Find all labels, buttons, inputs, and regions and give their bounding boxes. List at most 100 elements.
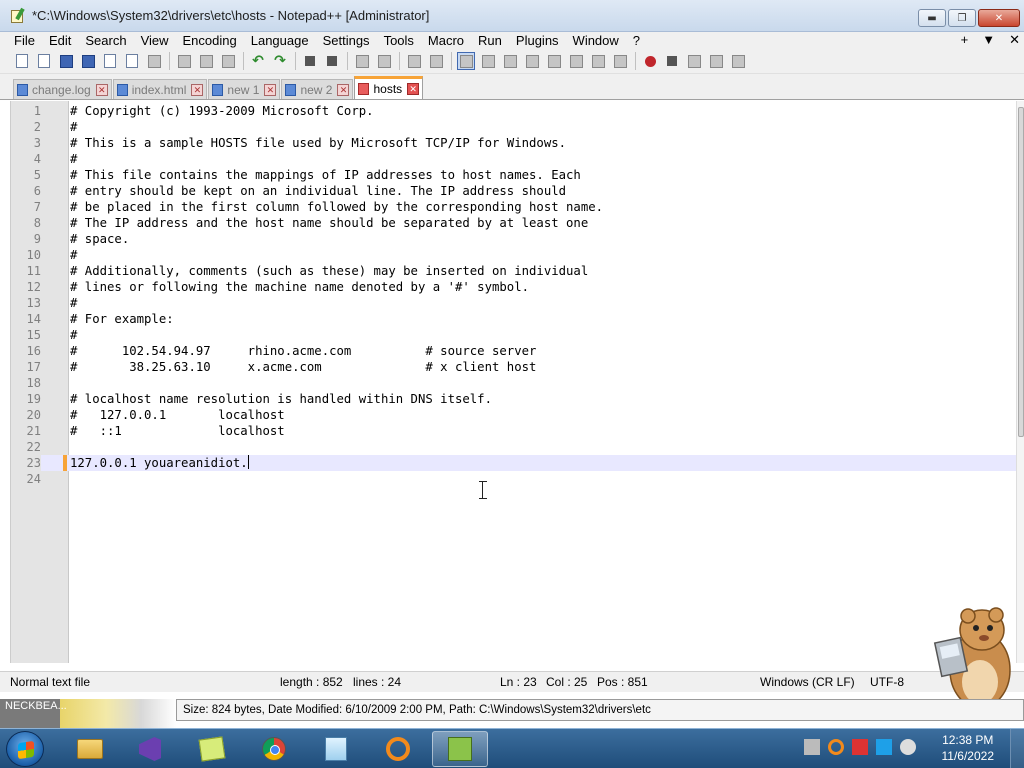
menu-item-help[interactable]: ? — [626, 32, 647, 49]
editor-line[interactable]: 8 # The IP address and the host name shou… — [11, 215, 1017, 231]
editor-line[interactable]: 14 # For example: — [11, 311, 1017, 327]
editor-line[interactable]: 7 # be placed in the first column followe… — [11, 199, 1017, 215]
menu-item-encoding[interactable]: Encoding — [176, 32, 244, 49]
editor-line[interactable]: 10 # — [11, 247, 1017, 263]
tray-volume-icon[interactable] — [900, 739, 916, 755]
print-icon[interactable] — [145, 52, 163, 70]
menu-item-language[interactable]: Language — [244, 32, 316, 49]
editor[interactable]: 1 # Copyright (c) 1993-2009 Microsoft Cor… — [10, 101, 1017, 663]
menu-item-window[interactable]: Window — [566, 32, 626, 49]
editor-line[interactable]: 22 — [11, 439, 1017, 455]
menu-item-settings[interactable]: Settings — [316, 32, 377, 49]
editor-line[interactable]: 2 # — [11, 119, 1017, 135]
editor-line[interactable]: 20 # 127.0.0.1 localhost — [11, 407, 1017, 423]
paste-icon[interactable] — [219, 52, 237, 70]
sync-v-icon[interactable] — [405, 52, 423, 70]
menu-item-edit[interactable]: Edit — [42, 32, 78, 49]
new-file-icon[interactable] — [13, 52, 31, 70]
status-eol[interactable]: Windows (CR LF) — [760, 675, 855, 689]
doc-map-icon[interactable] — [545, 52, 563, 70]
taskbar-notepad-plus-plus[interactable] — [432, 731, 488, 767]
editor-lines[interactable]: 1 # Copyright (c) 1993-2009 Microsoft Cor… — [11, 103, 1017, 487]
tab-close-icon[interactable]: ✕ — [407, 83, 420, 95]
editor-line[interactable]: 5 # This file contains the mappings of IP… — [11, 167, 1017, 183]
menu-item-search[interactable]: Search — [78, 32, 133, 49]
tab-index-html[interactable]: index.html ✕ — [112, 79, 208, 99]
sync-h-icon[interactable] — [427, 52, 445, 70]
taskbar-sticky-notes[interactable] — [184, 731, 240, 767]
record-macro-icon[interactable] — [641, 52, 659, 70]
taskbar-chrome[interactable] — [246, 731, 302, 767]
menu-item-view[interactable]: View — [134, 32, 176, 49]
show-desktop-button[interactable] — [1010, 729, 1024, 768]
replace-icon[interactable] — [323, 52, 341, 70]
editor-line[interactable]: 4 # — [11, 151, 1017, 167]
function-list-icon[interactable] — [567, 52, 585, 70]
menu-item-file[interactable]: File — [0, 32, 42, 49]
find-icon[interactable] — [301, 52, 319, 70]
taskbar-visual-studio[interactable] — [122, 731, 178, 767]
word-wrap-icon[interactable] — [457, 52, 475, 70]
clock[interactable]: 12:38 PM 11/6/2022 — [942, 732, 995, 764]
editor-line[interactable]: 15 # — [11, 327, 1017, 343]
udl-icon[interactable] — [523, 52, 541, 70]
menu-item-macro[interactable]: Macro — [421, 32, 471, 49]
editor-line[interactable]: 11 # Additionally, comments (such as thes… — [11, 263, 1017, 279]
tray-network-icon[interactable] — [876, 739, 892, 755]
close-button[interactable]: ✕ — [978, 9, 1020, 27]
vertical-scrollbar[interactable] — [1016, 101, 1024, 663]
notepad-plus-plus-icon[interactable] — [10, 7, 26, 24]
taskbar-search[interactable] — [370, 731, 426, 767]
copy-icon[interactable] — [197, 52, 215, 70]
taskbar-explorer[interactable] — [62, 731, 118, 767]
editor-line[interactable]: 17 # 38.25.63.10 x.acme.com # x client ho… — [11, 359, 1017, 375]
start-button[interactable] — [6, 731, 44, 767]
stop-macro-icon[interactable] — [663, 52, 681, 70]
tab-list-button[interactable]: ▼ — [982, 32, 995, 48]
redo-icon[interactable]: ↷ — [271, 52, 289, 70]
close-document-button[interactable]: ✕ — [1009, 32, 1020, 48]
tab-new-2[interactable]: new 2 ✕ — [281, 79, 354, 99]
editor-line[interactable]: 16 # 102.54.94.97 rhino.acme.com # source… — [11, 343, 1017, 359]
maximize-button[interactable]: ❐ — [948, 9, 976, 27]
show-all-chars-icon[interactable] — [479, 52, 497, 70]
editor-line[interactable]: 13 # — [11, 295, 1017, 311]
undo-icon[interactable]: ↶ — [249, 52, 267, 70]
zoom-out-icon[interactable] — [375, 52, 393, 70]
tab-change-log[interactable]: change.log ✕ — [13, 79, 112, 99]
tray-search-icon[interactable] — [828, 739, 844, 755]
new-tab-button[interactable]: + — [961, 32, 969, 48]
menu-item-run[interactable]: Run — [471, 32, 509, 49]
editor-line[interactable]: 12 # lines or following the machine name … — [11, 279, 1017, 295]
editor-line[interactable]: 18 — [11, 375, 1017, 391]
close-icon[interactable] — [101, 52, 119, 70]
menu-item-tools[interactable]: Tools — [377, 32, 421, 49]
monitoring-icon[interactable] — [611, 52, 629, 70]
editor-line[interactable]: 3 # This is a sample HOSTS file used by M… — [11, 135, 1017, 151]
editor-line[interactable]: 23 127.0.0.1 youareanidiot. — [11, 455, 1017, 471]
minimize-button[interactable]: ▬ — [918, 9, 946, 27]
tab-new-1[interactable]: new 1 ✕ — [208, 79, 281, 99]
folder-workspace-icon[interactable] — [589, 52, 607, 70]
taskbar-thumbnail[interactable]: NECKBEA... — [0, 699, 176, 728]
save-macro-icon[interactable] — [729, 52, 747, 70]
scrollbar-thumb[interactable] — [1018, 107, 1024, 437]
indent-guide-icon[interactable] — [501, 52, 519, 70]
play-macro-icon[interactable] — [685, 52, 703, 70]
open-file-icon[interactable] — [35, 52, 53, 70]
zoom-in-icon[interactable] — [353, 52, 371, 70]
editor-line[interactable]: 24 — [11, 471, 1017, 487]
cut-icon[interactable] — [175, 52, 193, 70]
save-icon[interactable] — [57, 52, 75, 70]
tab-close-icon[interactable]: ✕ — [337, 83, 350, 96]
editor-line[interactable]: 6 # entry should be kept on an individual… — [11, 183, 1017, 199]
save-all-icon[interactable] — [79, 52, 97, 70]
editor-line[interactable]: 9 # space. — [11, 231, 1017, 247]
tab-hosts[interactable]: hosts ✕ — [354, 76, 424, 99]
tray-app-icon[interactable] — [804, 739, 820, 755]
editor-line[interactable]: 1 # Copyright (c) 1993-2009 Microsoft Cor… — [11, 103, 1017, 119]
status-encoding[interactable]: UTF-8 — [870, 675, 904, 689]
menu-item-plugins[interactable]: Plugins — [509, 32, 566, 49]
tab-close-icon[interactable]: ✕ — [264, 83, 277, 96]
taskbar-notepad[interactable] — [308, 731, 364, 767]
